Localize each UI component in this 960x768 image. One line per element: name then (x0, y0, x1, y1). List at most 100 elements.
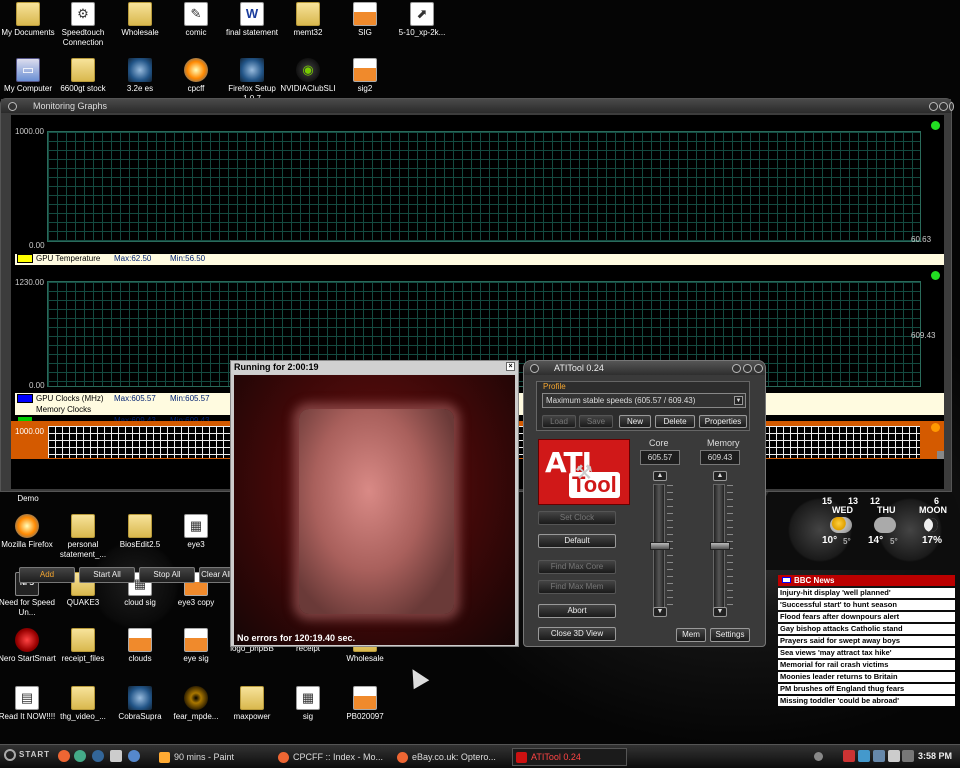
stop-all-button[interactable]: Stop All (139, 567, 195, 583)
tray-monitor-icon[interactable] (873, 750, 885, 762)
news-item[interactable]: 'Successful start' to hunt season (778, 600, 955, 610)
close-icon[interactable] (754, 364, 763, 373)
desktop-icon-read-it-now[interactable]: ▤ Read It NOW!!!! (0, 686, 57, 722)
graph2-status-icon[interactable] (931, 271, 940, 280)
desktop-icon-nero[interactable]: Nero StartSmart (0, 628, 57, 664)
mem-button[interactable]: Mem (676, 628, 706, 642)
quicklaunch-ie-icon[interactable] (92, 750, 104, 762)
core-clock-value[interactable]: 605.57 (640, 450, 680, 465)
load-button[interactable]: Load (542, 415, 576, 428)
desktop-icon-sig2[interactable]: sig2 (335, 58, 395, 94)
desktop-icon-mozilla-firefox[interactable]: Mozilla Firefox (0, 514, 57, 550)
task-paint[interactable]: 90 mins - Paint (155, 748, 270, 766)
news-item[interactable]: Missing toddler 'could be abroad' (778, 696, 955, 706)
temperature-legend[interactable]: GPU Temperature Max:62.50 Min:56.50 (15, 254, 944, 265)
desktop-icon-wholesale[interactable]: Wholesale (110, 2, 170, 38)
desktop-icon-nvidiaclubsli[interactable]: ◉ NVIDIAClubSLI (278, 58, 338, 94)
memory-up-button[interactable]: ▲ (713, 471, 727, 481)
desktop-icon-maxpower[interactable]: maxpower (222, 686, 282, 722)
desktop-icon-sig-file[interactable]: ▦ sig (278, 686, 338, 722)
desktop-icon-clouds[interactable]: clouds (110, 628, 170, 664)
delete-profile-button[interactable]: Delete (655, 415, 695, 428)
desktop-icon-cobrasupra[interactable]: CobraSupra (110, 686, 170, 722)
news-item[interactable]: Sea views 'may attract tax hike' (778, 648, 955, 658)
profile-select[interactable]: Maximum stable speeds (605.57 / 609.43) ▼ (542, 393, 746, 408)
find-max-mem-button[interactable]: Find Max Mem (538, 580, 616, 594)
minimize-icon[interactable] (929, 102, 938, 111)
monitoring-title-bar[interactable]: Monitoring Graphs (1, 99, 951, 113)
core-down-button[interactable]: ▼ (653, 607, 667, 617)
properties-button[interactable]: Properties (699, 415, 747, 428)
desktop-icon-sig[interactable]: SIG (335, 2, 395, 38)
quicklaunch-explorer-icon[interactable] (128, 750, 140, 762)
quicklaunch-desktop-icon[interactable] (110, 750, 122, 762)
desktop-icon-biosedit[interactable]: BiosEdit2.5 (110, 514, 170, 550)
news-item[interactable]: Flood fears after downpours alert (778, 612, 955, 622)
desktop-icon-6600gt[interactable]: 6600gt stock (53, 58, 113, 94)
set-clock-button[interactable]: Set Clock (538, 511, 616, 525)
window-menu-icon[interactable] (8, 102, 17, 111)
add-button[interactable]: Add (19, 567, 75, 583)
settings-button[interactable]: Settings (710, 628, 750, 642)
atitool-title-bar[interactable]: ATITool 0.24 (524, 361, 765, 375)
memory-clock-value[interactable]: 609.43 (700, 450, 740, 465)
core-slider-handle[interactable] (650, 542, 670, 550)
desktop-icon-my-computer[interactable]: ▭ My Computer (0, 58, 58, 94)
default-button[interactable]: Default (538, 534, 616, 548)
close-3d-view-button[interactable]: Close 3D View (538, 627, 616, 641)
tray-arrow-icon[interactable] (814, 752, 823, 761)
minimize-icon[interactable] (732, 364, 741, 373)
news-item[interactable]: Prayers said for swept away boys (778, 636, 955, 646)
desktop-icon-receipt-files[interactable]: receipt_files (53, 628, 113, 664)
memory-slider-handle[interactable] (710, 542, 730, 550)
desktop-icon-personal-statement[interactable]: personal statement_... (53, 514, 113, 560)
graph1-status-icon[interactable] (931, 121, 940, 130)
desktop-icon-memt32[interactable]: memt32 (278, 2, 338, 38)
tray-ati-icon[interactable] (843, 750, 855, 762)
quicklaunch-media-icon[interactable] (74, 750, 86, 762)
tray-network-icon[interactable] (858, 750, 870, 762)
desktop-icon-comic[interactable]: ✎ comic (166, 2, 226, 38)
memory-down-button[interactable]: ▼ (713, 607, 727, 617)
scroll-arrow-icon[interactable] (937, 451, 944, 459)
start-all-button[interactable]: Start All (79, 567, 135, 583)
desktop-icon-thg-video[interactable]: thg_video_... (53, 686, 113, 722)
maximize-icon[interactable] (743, 364, 752, 373)
close-icon[interactable]: × (506, 362, 515, 371)
news-item[interactable]: Gay bishop attacks Catholic stand (778, 624, 955, 634)
clear-all-button[interactable]: Clear All (199, 567, 233, 583)
news-item[interactable]: Moonies leader returns to Britain (778, 672, 955, 682)
news-item[interactable]: Memorial for rail crash victims (778, 660, 955, 670)
tray-shield-icon[interactable] (902, 750, 914, 762)
desktop-icon-cpcff[interactable]: cpcff (166, 58, 226, 94)
taskbar-clock[interactable]: 3:58 PM (918, 751, 952, 761)
desktop-icon-final-statement[interactable]: Wfinal statement (222, 2, 282, 38)
find-max-core-button[interactable]: Find Max Core (538, 560, 616, 574)
task-atitool[interactable]: ATITool 0.24 (512, 748, 627, 766)
desktop-icon-pb020097[interactable]: PB020097 (335, 686, 395, 722)
desktop-icon-eye-sig[interactable]: eye sig (166, 628, 226, 664)
task-cpcff[interactable]: CPCFF :: Index - Mo... (274, 748, 389, 766)
quicklaunch-firefox-icon[interactable] (58, 750, 70, 762)
core-up-button[interactable]: ▲ (653, 471, 667, 481)
desktop-icon-5-10-xp[interactable]: ⬈ 5-10_xp-2k... (392, 2, 452, 38)
desktop-icon-my-documents[interactable]: My Documents (0, 2, 58, 38)
desktop-icon-3-2e-es[interactable]: 3.2e es (110, 58, 170, 94)
desktop-icon-speedtouch[interactable]: ⚙ Speedtouch Connection (53, 2, 113, 48)
3d-view-title-bar[interactable]: Running for 2:00:19 × (231, 361, 518, 374)
news-item[interactable]: Injury-hit display 'well planned' (778, 588, 955, 598)
start-button[interactable]: START (4, 749, 50, 761)
maximize-icon[interactable] (939, 102, 948, 111)
save-button[interactable]: Save (579, 415, 613, 428)
task-ebay[interactable]: eBay.co.uk: Optero... (393, 748, 508, 766)
graph3-status-icon[interactable] (931, 423, 940, 432)
chevron-down-icon[interactable]: ▼ (734, 396, 743, 405)
news-item[interactable]: PM brushes off England thug fears (778, 684, 955, 694)
abort-button[interactable]: Abort (538, 604, 616, 618)
desktop-icon-demo[interactable]: Demo (0, 494, 58, 506)
new-profile-button[interactable]: New (619, 415, 651, 428)
close-icon[interactable] (949, 102, 954, 111)
desktop-icon-eye3[interactable]: ▦ eye3 (166, 514, 226, 550)
desktop-icon-fear-mpde[interactable]: fear_mpde... (166, 686, 226, 722)
memory-clock-slider[interactable] (710, 484, 733, 609)
